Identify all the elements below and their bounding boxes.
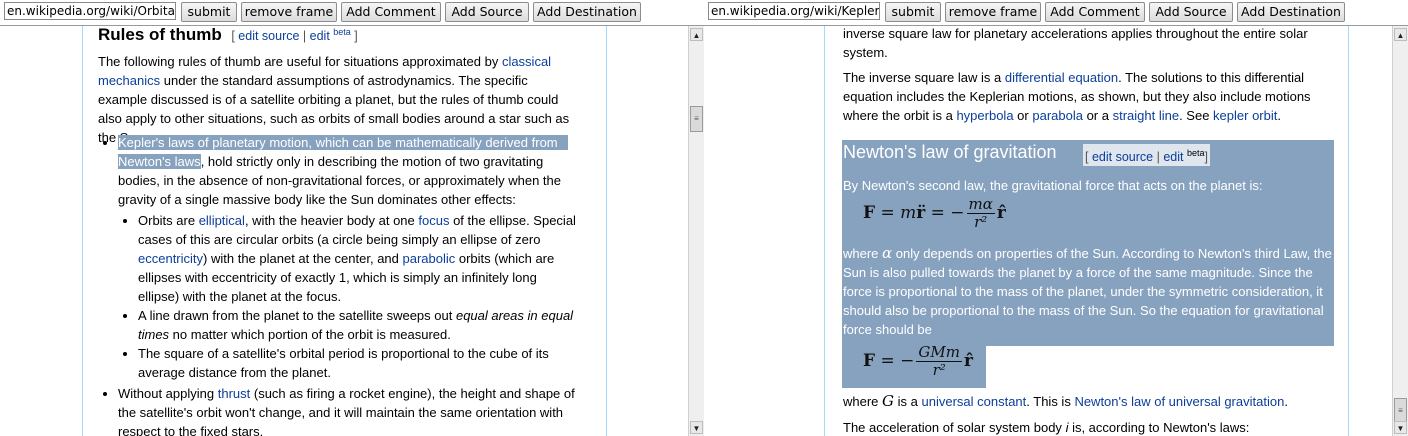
left-toolbar: en.wikipedia.org/wiki/Orbital_ submit re… bbox=[0, 0, 704, 24]
paragraph: By Newton's second law, the gravitationa… bbox=[843, 178, 1263, 193]
list-item: Kepler's laws of planetary motion, which… bbox=[118, 133, 578, 382]
remove-frame-button[interactable]: remove frame bbox=[241, 2, 337, 22]
heading-title: Newton's law of gravitation bbox=[843, 142, 1057, 162]
rules-list: Kepler's laws of planetary motion, which… bbox=[98, 133, 578, 436]
newtons-law-link[interactable]: Newton's law of universal gravitation bbox=[1074, 394, 1284, 409]
focus-link[interactable]: focus bbox=[418, 213, 449, 228]
parabola-link[interactable]: parabola bbox=[1032, 108, 1083, 123]
paragraph: The acceleration of solar system body i … bbox=[843, 420, 1250, 435]
scroll-down-icon[interactable]: ▼ bbox=[1394, 421, 1407, 434]
submit-button[interactable]: submit bbox=[181, 2, 237, 22]
right-toolbar: en.wikipedia.org/wiki/Kepler's submit re… bbox=[704, 0, 1408, 24]
edit-source-link[interactable]: edit source bbox=[238, 29, 299, 43]
beta-label: beta bbox=[1186, 148, 1205, 158]
edit-link[interactable]: edit bbox=[1163, 150, 1183, 164]
add-comment-button[interactable]: Add Comment bbox=[341, 2, 441, 22]
submit-button[interactable]: submit bbox=[885, 2, 941, 22]
article-content: inverse square law for planetary acceler… bbox=[824, 26, 1349, 436]
thrust-link[interactable]: thrust bbox=[218, 386, 251, 401]
beta-label: beta bbox=[333, 27, 351, 37]
scroll-down-icon[interactable]: ▼ bbox=[690, 421, 703, 434]
edit-link[interactable]: edit bbox=[310, 29, 330, 43]
parabolic-link[interactable]: parabolic bbox=[403, 251, 456, 266]
scroll-up-icon[interactable]: ▲ bbox=[1394, 28, 1407, 41]
url-input[interactable]: en.wikipedia.org/wiki/Orbital_ bbox=[4, 2, 176, 20]
left-pane: en.wikipedia.org/wiki/Orbital_ submit re… bbox=[0, 0, 704, 436]
add-destination-button[interactable]: Add Destination bbox=[533, 2, 641, 22]
add-destination-button[interactable]: Add Destination bbox=[1237, 2, 1345, 22]
scroll-thumb[interactable]: ≡ bbox=[690, 106, 703, 132]
formula-gravitation: F = − GMm r² r̂ bbox=[863, 343, 973, 379]
left-scrollbar[interactable]: ▲ ≡ ▼ bbox=[688, 26, 704, 436]
straight-line-link[interactable]: straight line bbox=[1113, 108, 1179, 123]
differential-equation-link[interactable]: differential equation bbox=[1005, 70, 1118, 85]
right-frame: inverse square law for planetary acceler… bbox=[704, 25, 1408, 436]
paragraph: where G is a universal constant. This is… bbox=[843, 392, 1288, 410]
edit-links: [ edit source | edit beta] bbox=[1083, 144, 1210, 167]
add-source-button[interactable]: Add Source bbox=[445, 2, 529, 22]
heading-title: Rules of thumb bbox=[98, 26, 222, 45]
section-heading: Newton's law of gravitation bbox=[842, 140, 1082, 164]
paragraph: where α only depends on properties of th… bbox=[843, 244, 1332, 337]
universal-constant-link[interactable]: universal constant bbox=[921, 394, 1026, 409]
add-comment-button[interactable]: Add Comment bbox=[1045, 2, 1145, 22]
add-source-button[interactable]: Add Source bbox=[1149, 2, 1233, 22]
remove-frame-button[interactable]: remove frame bbox=[945, 2, 1041, 22]
eccentricity-link[interactable]: eccentricity bbox=[138, 251, 203, 266]
paragraph: inverse square law for planetary acceler… bbox=[843, 26, 1308, 60]
kepler-orbit-link[interactable]: kepler orbit bbox=[1213, 108, 1277, 123]
list-item: Without applying thrust (such as firing … bbox=[118, 384, 578, 436]
list-item: Orbits are elliptical, with the heavier … bbox=[138, 211, 578, 306]
left-frame: Rules of thumb [ edit source | edit beta… bbox=[0, 25, 704, 436]
formula-force: F = mr̈ = − mα r² r̂ bbox=[863, 195, 1006, 231]
url-input[interactable]: en.wikipedia.org/wiki/Kepler's bbox=[708, 2, 880, 20]
article-content: Rules of thumb [ edit source | edit beta… bbox=[82, 26, 607, 436]
elliptical-link[interactable]: elliptical bbox=[199, 213, 245, 228]
scroll-up-icon[interactable]: ▲ bbox=[690, 28, 703, 41]
list-item: A line drawn from the planet to the sate… bbox=[138, 306, 578, 344]
right-scrollbar[interactable]: ▲ ≡ ▼ bbox=[1392, 26, 1408, 436]
paragraph: The inverse square law is a differential… bbox=[843, 70, 1311, 123]
right-pane: en.wikipedia.org/wiki/Kepler's submit re… bbox=[704, 0, 1408, 436]
section-heading: Rules of thumb [ edit source | edit beta… bbox=[98, 26, 358, 45]
hyperbola-link[interactable]: hyperbola bbox=[956, 108, 1013, 123]
edit-source-link[interactable]: edit source bbox=[1092, 150, 1153, 164]
list-item: The square of a satellite's orbital peri… bbox=[138, 344, 578, 382]
